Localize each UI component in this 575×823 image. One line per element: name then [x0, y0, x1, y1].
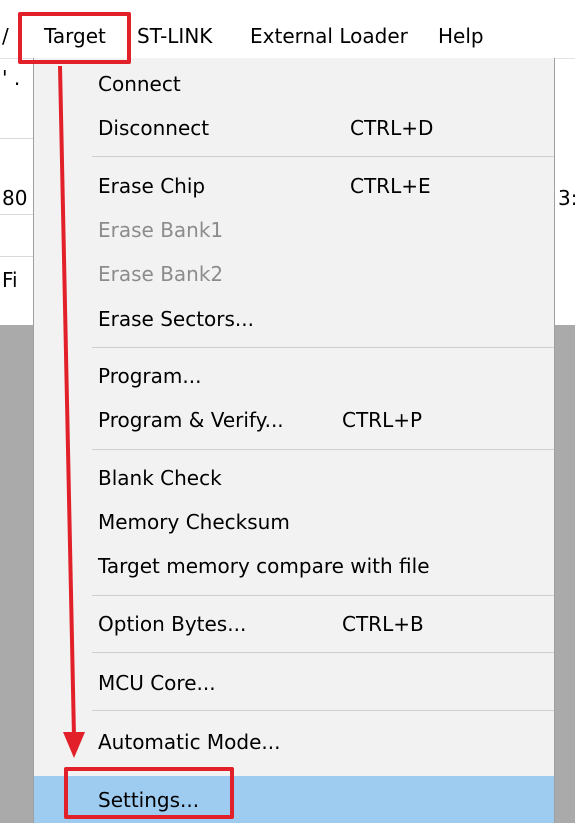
arrow-shaft	[58, 65, 76, 738]
arrow-head	[63, 732, 85, 758]
annotation-arrow	[58, 65, 85, 758]
